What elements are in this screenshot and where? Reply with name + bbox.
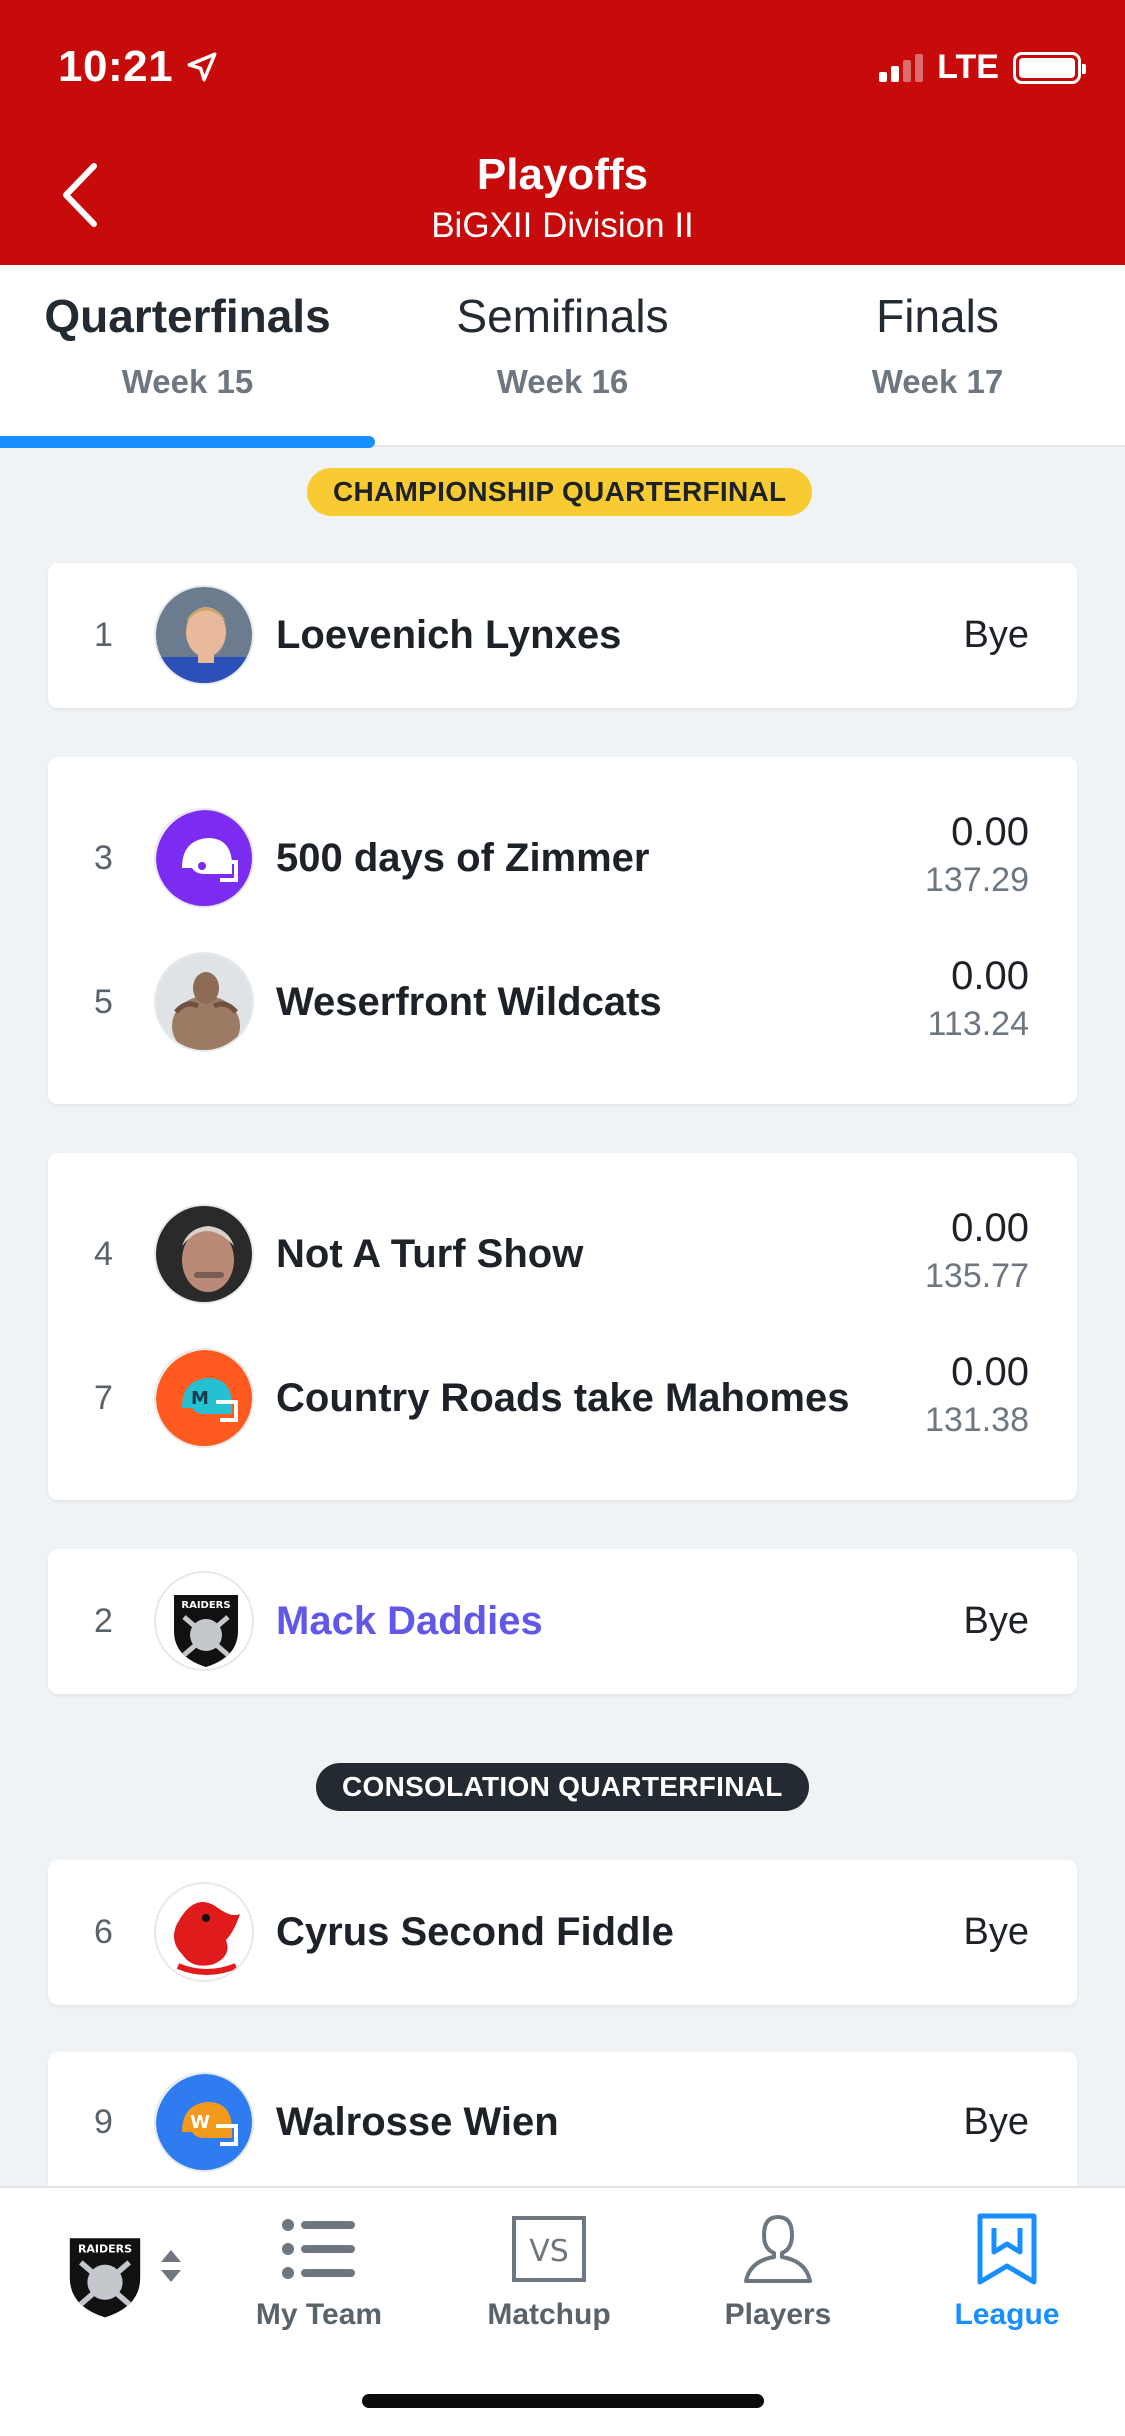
consolation-badge: CONSOLATION QUARTERFINAL — [316, 1763, 809, 1811]
matchup-card[interactable]: 3 500 days of Zimmer 0.00 137.29 5 Weser… — [48, 757, 1077, 1104]
projected-score: 113.24 — [927, 1005, 1029, 1043]
clock: 10:21 — [58, 42, 174, 91]
bye-label: Bye — [963, 1600, 1029, 1642]
live-score: 0.00 — [951, 1350, 1029, 1394]
tab-week: Week 17 — [871, 363, 1004, 400]
team-avatar-player-photo — [154, 585, 254, 685]
seed-number: 9 — [94, 2103, 113, 2141]
seed-number: 1 — [94, 616, 113, 654]
tab-finals[interactable]: Finals Week 17 — [750, 265, 1125, 445]
round-tabs: Quarterfinals Week 15 Semifinals Week 16… — [0, 265, 1125, 447]
team-avatar-raiders-logo: RAIDERS — [154, 1571, 254, 1671]
active-tab-indicator — [0, 436, 375, 448]
team-name[interactable]: 500 days of Zimmer — [276, 808, 650, 908]
team-row[interactable]: 2 RAIDERS Mack Daddies Bye — [48, 1571, 1077, 1671]
seed-number: 3 — [94, 839, 113, 877]
team-avatar-purple-helmet — [154, 808, 254, 908]
team-name[interactable]: Loevenich Lynxes — [276, 585, 621, 685]
projected-score: 131.38 — [925, 1401, 1029, 1439]
bye-label: Bye — [963, 1911, 1029, 1953]
projected-score: 137.29 — [925, 861, 1029, 899]
team-name-user[interactable]: Mack Daddies — [276, 1571, 543, 1671]
projected-score: 135.77 — [925, 1257, 1029, 1295]
team-row[interactable]: 4 Not A Turf Show 0.00 135.77 — [48, 1204, 1077, 1304]
bye-label: Bye — [963, 2101, 1029, 2143]
person-icon — [663, 2206, 893, 2292]
seed-number: 2 — [94, 1602, 113, 1640]
tab-label: Quarterfinals — [44, 290, 331, 342]
tab-label: Semifinals — [456, 290, 669, 342]
team-score: 0.00 137.29 — [925, 810, 1029, 900]
nav-label: Matchup — [487, 2298, 611, 2331]
team-name[interactable]: Not A Turf Show — [276, 1204, 583, 1304]
team-row[interactable]: 3 500 days of Zimmer 0.00 137.29 — [48, 808, 1077, 908]
tab-quarterfinals[interactable]: Quarterfinals Week 15 — [0, 265, 375, 445]
svg-text:M: M — [191, 1388, 209, 1409]
signal-icon — [879, 53, 924, 82]
team-row[interactable]: 6 Cyrus Second Fiddle Bye — [48, 1882, 1077, 1982]
bye-card[interactable]: 1 Loevenich Lynxes Bye — [48, 563, 1077, 708]
team-row[interactable]: 1 Loevenich Lynxes Bye — [48, 585, 1077, 685]
team-score: 0.00 131.38 — [925, 1350, 1029, 1440]
league-icon — [892, 2206, 1122, 2292]
team-row[interactable]: 7 M Country Roads take Mahomes 0.00 131.… — [48, 1348, 1077, 1448]
seed-number: 7 — [94, 1379, 113, 1417]
nav-matchup[interactable]: VS Matchup — [434, 2206, 664, 2332]
tab-label: Finals — [876, 290, 999, 342]
team-name[interactable]: Country Roads take Mahomes — [276, 1348, 849, 1448]
network-label: LTE — [937, 48, 999, 86]
seed-number: 6 — [94, 1913, 113, 1951]
svg-text:RAIDERS: RAIDERS — [78, 2243, 132, 2256]
team-name[interactable]: Walrosse Wien — [276, 2072, 559, 2172]
battery-icon — [1013, 51, 1086, 84]
team-score: 0.00 135.77 — [925, 1206, 1029, 1296]
sort-updown-icon[interactable] — [158, 2246, 184, 2286]
app-header: 10:21 LTE Playoffs BiGXII Division II — [0, 0, 1125, 265]
live-score: 0.00 — [951, 810, 1029, 854]
svg-text:RAIDERS: RAIDERS — [181, 1600, 230, 1611]
nav-players[interactable]: Players — [663, 2206, 893, 2332]
team-row[interactable]: 5 Weserfront Wildcats 0.00 113.24 — [48, 952, 1077, 1052]
page-title: Playoffs — [476, 150, 649, 199]
home-indicator[interactable] — [362, 2394, 764, 2408]
live-score: 0.00 — [951, 1206, 1029, 1250]
matchup-card[interactable]: 4 Not A Turf Show 0.00 135.77 7 M Countr… — [48, 1153, 1077, 1500]
team-score: 0.00 113.24 — [928, 954, 1029, 1044]
status-indicators: LTE — [879, 48, 1086, 87]
vs-icon: VS — [434, 2206, 664, 2292]
page-subtitle: BiGXII Division II — [431, 206, 694, 245]
nav-league[interactable]: League — [892, 2206, 1122, 2332]
team-avatar-cardinal-logo — [154, 1882, 254, 1982]
location-arrow-icon — [187, 52, 217, 82]
seed-number: 4 — [94, 1235, 113, 1273]
live-score: 0.00 — [951, 954, 1029, 998]
team-avatar-orange-helmet: M — [154, 1348, 254, 1448]
team-switcher-logo[interactable]: RAIDERS — [50, 2214, 160, 2324]
tab-week: Week 15 — [121, 363, 254, 400]
bye-card[interactable]: 9 W Walrosse Wien Bye — [48, 2052, 1077, 2197]
nav-label: My Team — [255, 2298, 383, 2331]
bye-card[interactable]: 6 Cyrus Second Fiddle Bye — [48, 1860, 1077, 2005]
championship-badge: CHAMPIONSHIP QUARTERFINAL — [307, 468, 813, 516]
bye-label: Bye — [963, 614, 1029, 656]
tab-week: Week 16 — [496, 363, 629, 400]
team-avatar-muscle-photo — [154, 952, 254, 1052]
svg-text:VS: VS — [529, 2234, 569, 2269]
team-name[interactable]: Cyrus Second Fiddle — [276, 1882, 674, 1982]
tab-semifinals[interactable]: Semifinals Week 16 — [375, 265, 750, 445]
nav-my-team[interactable]: My Team — [204, 2206, 434, 2332]
status-time: 10:21 — [58, 42, 219, 92]
nav-label: Players — [724, 2298, 832, 2331]
team-row[interactable]: 9 W Walrosse Wien Bye — [48, 2072, 1077, 2172]
team-avatar-portrait-photo — [154, 1204, 254, 1304]
svg-text:W: W — [190, 2112, 210, 2133]
bye-card[interactable]: 2 RAIDERS Mack Daddies Bye — [48, 1549, 1077, 1694]
seed-number: 5 — [94, 983, 113, 1021]
nav-label: League — [954, 2298, 1060, 2331]
team-avatar-blue-helmet: W — [154, 2072, 254, 2172]
team-name[interactable]: Weserfront Wildcats — [276, 952, 662, 1052]
list-icon — [204, 2206, 434, 2292]
